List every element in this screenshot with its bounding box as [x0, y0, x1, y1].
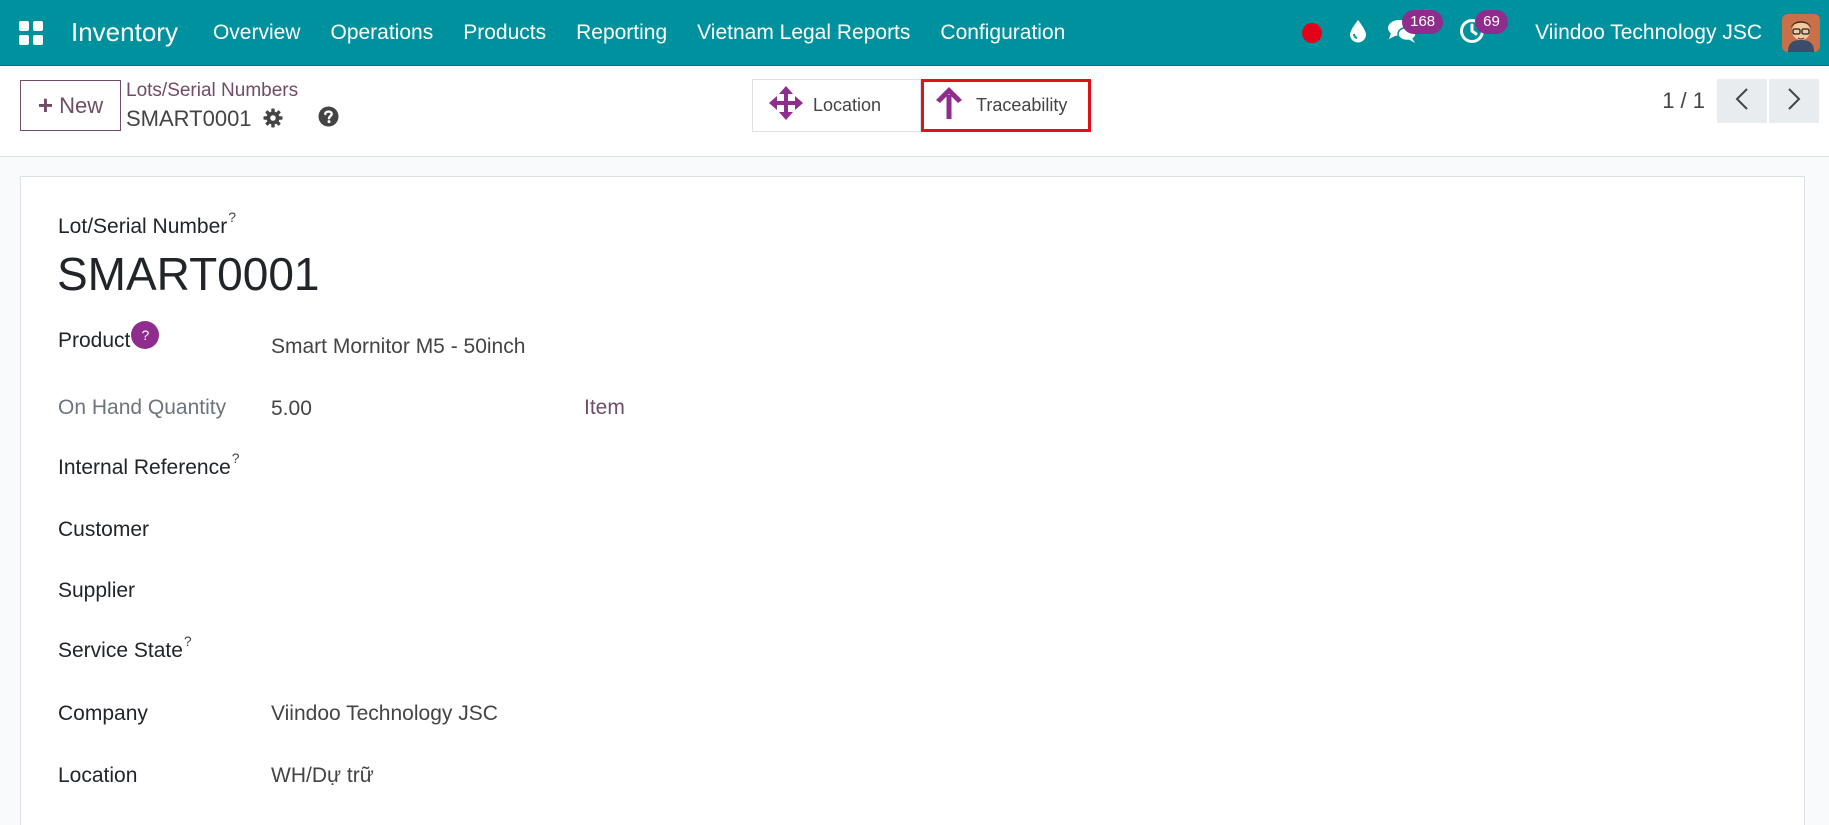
internal-reference-label-text: Internal Reference	[58, 456, 231, 479]
lot-serial-number-label: Lot/Serial Number?	[58, 209, 236, 239]
product-help-icon[interactable]: ?	[131, 321, 160, 349]
main-menu: Overview Operations Products Reporting V…	[198, 0, 1080, 66]
product-label: Product?	[58, 321, 160, 357]
pager: 1 / 1	[1662, 79, 1829, 123]
lot-label-text: Lot/Serial Number	[58, 215, 228, 238]
form-sheet: Lot/Serial Number? SMART0001 Product? Sm…	[20, 176, 1805, 825]
location-field[interactable]: WH/Dự trữ	[271, 764, 374, 788]
breadcrumb-current: SMART0001	[126, 106, 252, 131]
menu-item-products[interactable]: Products	[448, 0, 561, 66]
control-panel: + New Lots/Serial Numbers SMART0001 Loca…	[0, 66, 1829, 157]
help-tooltip-icon[interactable]: ?	[184, 633, 192, 649]
lot-name-field[interactable]: SMART0001	[57, 247, 320, 301]
help-icon[interactable]	[318, 106, 339, 132]
help-tooltip-icon[interactable]: ?	[228, 209, 236, 225]
on-hand-quantity-value: 5.00	[271, 397, 312, 420]
messages-count-badge: 168	[1402, 10, 1444, 34]
traceability-smart-button[interactable]: Traceability	[921, 79, 1091, 132]
new-button[interactable]: + New	[20, 80, 121, 131]
gear-icon[interactable]	[263, 108, 283, 133]
grid-icon	[18, 20, 44, 46]
company-field[interactable]: Viindoo Technology JSC	[271, 702, 498, 726]
pager-previous-button[interactable]	[1717, 79, 1767, 123]
messages-button[interactable]: 168	[1381, 0, 1455, 66]
top-navbar: Inventory Overview Operations Products R…	[0, 0, 1829, 66]
breadcrumb-parent[interactable]: Lots/Serial Numbers	[126, 80, 298, 102]
smart-buttons: Location Traceability	[752, 79, 1091, 132]
activities-count-badge: 69	[1475, 10, 1508, 34]
supplier-label: Supplier	[58, 579, 136, 602]
menu-item-operations[interactable]: Operations	[315, 0, 448, 66]
product-label-text: Product	[58, 329, 131, 352]
location-smart-button[interactable]: Location	[752, 79, 921, 132]
help-tooltip-icon[interactable]: ?	[232, 450, 240, 466]
pager-next-button[interactable]	[1769, 79, 1819, 123]
service-state-label: Service State?	[58, 633, 192, 663]
chevron-left-icon	[1735, 87, 1749, 115]
menu-item-overview[interactable]: Overview	[198, 0, 316, 66]
company-switcher[interactable]: Viindoo Technology JSC	[1525, 21, 1782, 45]
record-dot-icon	[1302, 23, 1323, 43]
drop-button[interactable]	[1335, 0, 1381, 66]
plus-icon: +	[37, 90, 54, 120]
product-field[interactable]: Smart Mornitor M5 - 50inch	[271, 335, 525, 359]
recording-indicator[interactable]	[1289, 0, 1335, 66]
systray: 168 69 Viindoo Technology JSC	[1289, 0, 1829, 66]
on-hand-quantity-label: On Hand Quantity	[58, 396, 227, 419]
app-name[interactable]: Inventory	[71, 17, 178, 48]
move-arrows-icon	[769, 86, 803, 125]
arrow-up-icon	[936, 87, 962, 124]
internal-reference-label: Internal Reference?	[58, 450, 240, 480]
chevron-right-icon	[1787, 87, 1801, 115]
traceability-label: Traceability	[976, 95, 1068, 115]
customer-label: Customer	[58, 518, 150, 541]
location-label: Location	[58, 764, 138, 787]
apps-menu-button[interactable]	[0, 0, 62, 66]
user-avatar[interactable]	[1782, 14, 1820, 52]
new-button-label: New	[59, 92, 104, 118]
service-state-label-text: Service State	[58, 639, 183, 662]
pager-value[interactable]: 1 / 1	[1662, 88, 1705, 114]
menu-item-configuration[interactable]: Configuration	[925, 0, 1080, 66]
activities-button[interactable]: 69	[1455, 0, 1525, 66]
location-label: Location	[813, 95, 882, 115]
menu-item-reporting[interactable]: Reporting	[561, 0, 682, 66]
uom-link[interactable]: Item	[584, 396, 625, 420]
drop-icon	[1349, 19, 1367, 48]
menu-item-vietnam-legal-reports[interactable]: Vietnam Legal Reports	[682, 0, 925, 66]
company-label: Company	[58, 702, 148, 725]
